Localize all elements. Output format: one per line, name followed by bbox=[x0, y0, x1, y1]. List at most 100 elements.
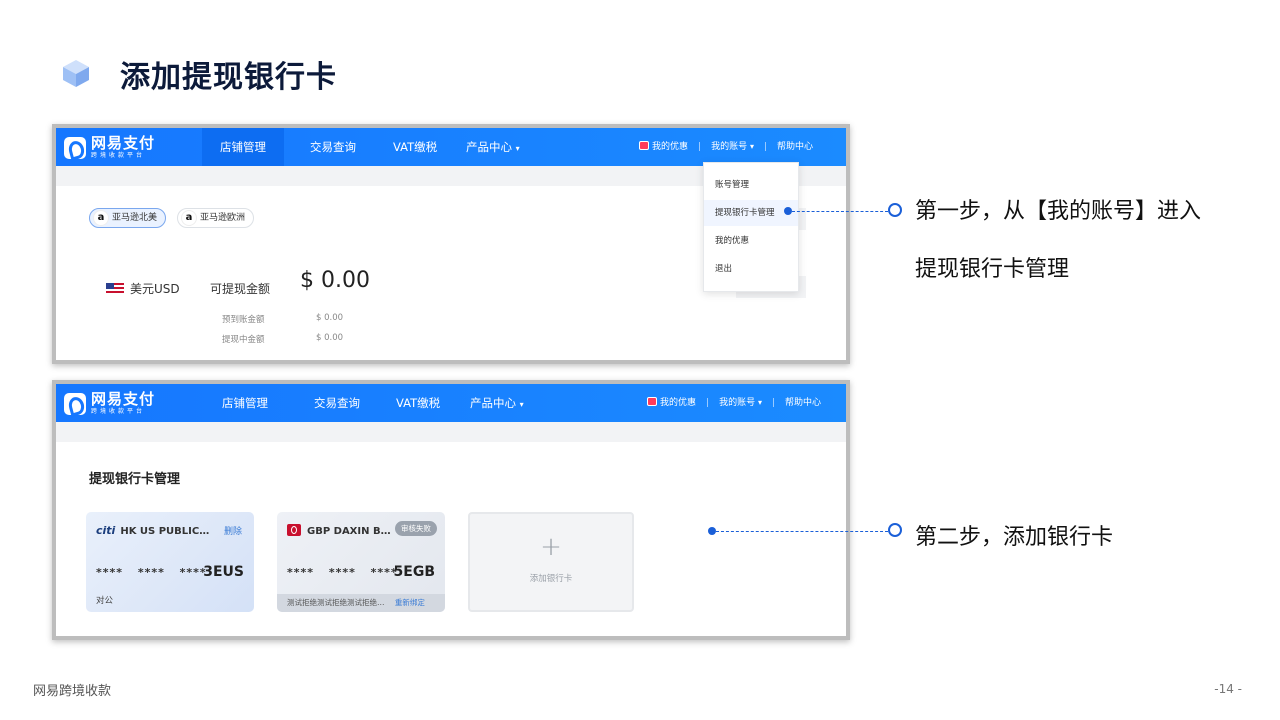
menu-item-my-offers[interactable]: 我的优惠 bbox=[704, 228, 798, 254]
rejection-footer: 测试拒绝测试拒绝测试拒绝… 重新绑定 bbox=[277, 594, 445, 612]
bank-name-text: GBP DAXIN B… bbox=[307, 526, 391, 537]
status-badge: 审核失败 bbox=[395, 521, 437, 536]
nav-products-label: 产品中心 bbox=[466, 140, 512, 154]
callout-ring-icon bbox=[888, 523, 902, 537]
offers-label: 我的优惠 bbox=[660, 398, 697, 408]
menu-item-logout[interactable]: 退出 bbox=[704, 256, 798, 282]
account-label: 我的账号 bbox=[711, 142, 748, 152]
logo-sub-text: 跨境收款平台 bbox=[91, 408, 146, 415]
card-number-tail: 5EGB bbox=[393, 564, 435, 580]
netease-pay-logo-icon bbox=[64, 136, 86, 159]
rebind-link[interactable]: 重新绑定 bbox=[395, 598, 425, 607]
help-link[interactable]: 帮助中心 bbox=[785, 398, 821, 408]
store-tab-label: 亚马逊北美 bbox=[112, 213, 158, 223]
store-tab-label: 亚马逊欧洲 bbox=[200, 213, 246, 223]
bank-name-text: HK US PUBLIC… bbox=[120, 526, 210, 537]
account-menu-trigger[interactable]: 我的账号 ▾ bbox=[711, 142, 754, 152]
amazon-icon: a bbox=[94, 211, 108, 225]
store-tab-amazon-na[interactable]: a 亚马逊北美 bbox=[89, 208, 167, 228]
account-dropdown-menu: 账号管理 提现银行卡管理 我的优惠 退出 bbox=[703, 162, 799, 292]
logo-sub-text: 跨境收款平台 bbox=[91, 152, 146, 159]
nav-separator: | bbox=[706, 398, 710, 408]
citi-logo-icon: citi bbox=[96, 524, 116, 537]
step1-text-line2: 提现银行卡管理 bbox=[915, 257, 1070, 282]
callout-leader-line bbox=[792, 211, 888, 212]
rejection-reason: 测试拒绝测试拒绝测试拒绝… bbox=[287, 598, 385, 607]
right-nav: 我的优惠 | 我的账号 ▾ | 帮助中心 bbox=[639, 128, 813, 166]
currency-text: 美元USD bbox=[130, 282, 180, 296]
callout-ring-icon bbox=[888, 203, 902, 217]
nav-separator: | bbox=[771, 398, 776, 408]
nav-transactions[interactable]: 交易查询 bbox=[310, 128, 356, 166]
nav-transactions[interactable]: 交易查询 bbox=[314, 384, 360, 422]
withdrawable-label: 可提现金额 bbox=[210, 282, 271, 296]
callout-anchor-dot bbox=[784, 207, 792, 215]
delete-card-link[interactable]: 删除 bbox=[224, 524, 242, 537]
right-nav: 我的优惠 | 我的账号 ▾ | 帮助中心 bbox=[647, 384, 821, 422]
nav-vat[interactable]: VAT缴税 bbox=[396, 384, 440, 422]
pending-value: $ 0.00 bbox=[316, 313, 344, 323]
daxin-bank-logo-icon bbox=[287, 524, 301, 536]
card-number-tail: 3EUS bbox=[203, 564, 244, 580]
add-bank-card-label: 添加银行卡 bbox=[529, 574, 573, 584]
nav-products[interactable]: 产品中心 ▾ bbox=[470, 384, 524, 422]
netease-pay-logo-icon bbox=[64, 392, 86, 415]
nav-products-label: 产品中心 bbox=[470, 396, 516, 410]
offers-link[interactable]: 我的优惠 bbox=[639, 141, 689, 152]
footer-brand: 网易跨境收款 bbox=[33, 684, 112, 699]
store-tab-amazon-eu[interactable]: a 亚马逊欧洲 bbox=[177, 208, 255, 228]
withdrawing-value: $ 0.00 bbox=[316, 333, 344, 343]
bank-name: GBP DAXIN B… bbox=[287, 524, 391, 537]
gift-icon bbox=[639, 141, 649, 150]
account-menu-trigger[interactable]: 我的账号 ▾ bbox=[719, 398, 762, 408]
masked-card-number: **** **** **** bbox=[96, 566, 207, 579]
account-type: 对公 bbox=[96, 596, 114, 606]
withdrawable-amount: $ 0.00 bbox=[300, 268, 370, 293]
callout-leader-line bbox=[716, 531, 888, 532]
offers-label: 我的优惠 bbox=[652, 142, 689, 152]
plus-icon: + bbox=[540, 532, 562, 562]
chevron-down-icon: ▾ bbox=[515, 144, 520, 153]
slide: 添加提现银行卡 网易支付 跨境收款平台 店铺管理 交易查询 VAT缴税 产品中心… bbox=[0, 0, 1280, 720]
currency-label: 美元USD bbox=[106, 280, 180, 297]
account-label: 我的账号 bbox=[719, 398, 756, 408]
callout-anchor-dot bbox=[708, 527, 716, 535]
step2-text: 第二步，添加银行卡 bbox=[915, 525, 1114, 550]
nav-vat[interactable]: VAT缴税 bbox=[393, 128, 437, 166]
app-logo[interactable]: 网易支付 跨境收款平台 bbox=[64, 136, 155, 159]
offers-link[interactable]: 我的优惠 bbox=[647, 397, 697, 408]
section-title: 提现银行卡管理 bbox=[89, 472, 181, 487]
cube-icon bbox=[63, 60, 89, 87]
step1-text-line1: 第一步，从【我的账号】进入 bbox=[915, 199, 1202, 224]
gift-icon bbox=[647, 397, 657, 406]
nav-store-management[interactable]: 店铺管理 bbox=[202, 128, 284, 166]
app-logo[interactable]: 网易支付 跨境收款平台 bbox=[64, 392, 155, 415]
add-bank-card-button[interactable]: + 添加银行卡 bbox=[468, 512, 634, 612]
chevron-down-icon: ▾ bbox=[749, 142, 754, 151]
logo-main-text: 网易支付 bbox=[91, 390, 156, 408]
content-header-strip bbox=[56, 422, 846, 442]
bank-name: citi HK US PUBLIC… bbox=[96, 524, 209, 537]
nav-separator: | bbox=[763, 142, 768, 152]
nav-separator: | bbox=[698, 142, 702, 152]
menu-item-account-management[interactable]: 账号管理 bbox=[704, 172, 798, 198]
us-flag-icon bbox=[106, 283, 124, 295]
slide-title: 添加提现银行卡 bbox=[120, 60, 337, 95]
bank-card[interactable]: citi HK US PUBLIC… 删除 **** **** **** 3EUS… bbox=[86, 512, 254, 612]
withdrawing-label: 提现中金额 bbox=[222, 335, 265, 345]
bank-card[interactable]: GBP DAXIN B… 审核失败 **** **** **** 5EGB 测试… bbox=[277, 512, 445, 612]
help-link[interactable]: 帮助中心 bbox=[777, 142, 813, 152]
logo-main-text: 网易支付 bbox=[91, 134, 156, 152]
page-number: -14 - bbox=[1214, 682, 1242, 696]
screenshot-bank-card-management: 网易支付 跨境收款平台 店铺管理 交易查询 VAT缴税 产品中心 ▾ 我的优惠 |… bbox=[56, 384, 846, 636]
masked-card-number: **** **** **** bbox=[287, 566, 398, 579]
nav-products[interactable]: 产品中心 ▾ bbox=[466, 128, 520, 166]
nav-store-management[interactable]: 店铺管理 bbox=[222, 384, 268, 422]
top-navbar: 网易支付 跨境收款平台 店铺管理 交易查询 VAT缴税 产品中心 ▾ 我的优惠 |… bbox=[56, 384, 846, 422]
chevron-down-icon: ▾ bbox=[757, 398, 762, 407]
top-navbar: 网易支付 跨境收款平台 店铺管理 交易查询 VAT缴税 产品中心 ▾ 我的优惠 |… bbox=[56, 128, 846, 166]
chevron-down-icon: ▾ bbox=[519, 400, 524, 409]
amazon-icon: a bbox=[182, 211, 196, 225]
pending-label: 预到账金额 bbox=[222, 315, 265, 325]
screenshot-account-menu: 网易支付 跨境收款平台 店铺管理 交易查询 VAT缴税 产品中心 ▾ 我的优惠 |… bbox=[56, 128, 846, 360]
